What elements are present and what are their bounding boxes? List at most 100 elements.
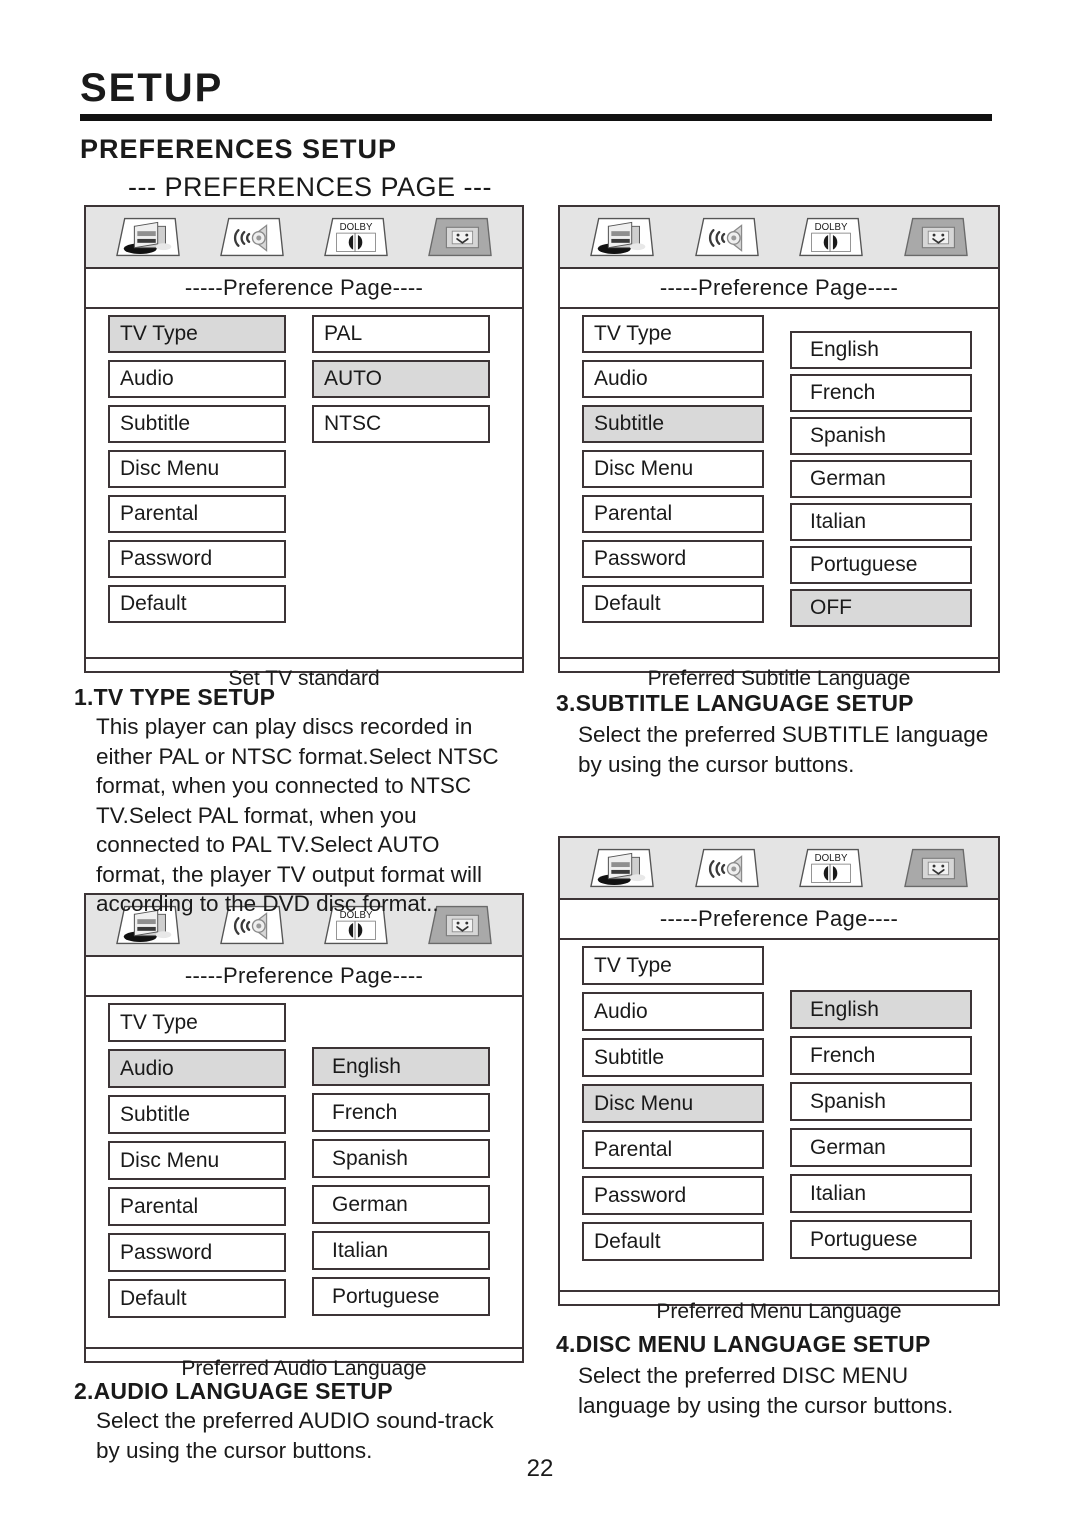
svg-text:DOLBY: DOLBY [340,222,373,233]
value-column: English French Spanish German Italian Portugu… [764,309,972,657]
osd-icon-bar: DOLBY [86,207,522,269]
value-option-off[interactable]: OFF [790,589,972,627]
osd-title: -----Preference Page---- [86,269,522,309]
menu-column: TV Type Audio Subtitle Disc Menu Parental Pas… [86,309,286,657]
value-option-ntsc[interactable]: NTSC [312,405,490,443]
menu-item-parental[interactable]: Parental [582,495,764,533]
osd-footer-hint: Preferred Menu Language [560,1290,998,1332]
menu-item-disc-menu[interactable]: Disc Menu [582,450,764,488]
menu-item-default[interactable]: Default [108,585,286,623]
svg-text:DOLBY: DOLBY [815,853,848,864]
menu-item-tv-type[interactable]: TV Type [108,1003,286,1042]
osd-title: -----Preference Page---- [560,900,998,940]
menu-column: TV Type Audio Subtitle Disc Menu Parental Pas… [560,309,764,657]
menu-item-parental[interactable]: Parental [108,1187,286,1226]
value-option-spanish[interactable]: Spanish [312,1139,490,1178]
page-title: SETUP [80,66,224,110]
value-option-portuguese[interactable]: Portuguese [312,1277,490,1316]
preferences-page-label: --- PREFERENCES PAGE --- [128,172,493,202]
audio-speaker-icon[interactable] [219,214,285,260]
dolby-digital-icon[interactable]: DOLBY [323,214,389,260]
value-option-italian[interactable]: Italian [790,503,972,541]
value-column: English French Spanish German Italian Portugu… [286,997,490,1347]
audio-speaker-icon[interactable] [694,845,760,891]
osd-body: TV Type Audio Subtitle Disc Menu Parental Pas… [86,997,522,1347]
preference-icon[interactable] [903,214,969,260]
manual-page: SETUP PREFERENCES SETUP --- PREFERENCES … [0,0,1080,1529]
general-setup-icon[interactable] [589,845,655,891]
value-option-french[interactable]: French [790,1036,972,1075]
osd-panel-disc-menu-language: DOLBY -----Preference Page---- TV Type Audi… [558,836,1000,1323]
osd-panel-subtitle-language: DOLBY -----Preference Page---- TV Type Audi… [558,205,1000,690]
menu-column: TV Type Audio Subtitle Disc Menu Parental Pas… [560,940,764,1290]
general-setup-icon[interactable] [589,214,655,260]
menu-item-subtitle[interactable]: Subtitle [108,405,286,443]
value-option-french[interactable]: French [312,1093,490,1132]
value-option-italian[interactable]: Italian [790,1174,972,1213]
menu-item-tv-type[interactable]: TV Type [582,315,764,353]
menu-item-subtitle[interactable]: Subtitle [582,405,764,443]
dolby-digital-icon[interactable]: DOLBY [798,845,864,891]
menu-item-subtitle[interactable]: Subtitle [108,1095,286,1134]
menu-item-tv-type[interactable]: TV Type [582,946,764,985]
audio-speaker-icon[interactable] [694,214,760,260]
osd-panel-tv-type: DOLBY -----Preference Page---- TV Type Audi… [84,205,524,690]
value-column: English French Spanish German Italian Portugu… [764,940,972,1290]
svg-text:DOLBY: DOLBY [815,222,848,233]
menu-item-default[interactable]: Default [582,585,764,623]
menu-item-tv-type[interactable]: TV Type [108,315,286,353]
dolby-digital-icon[interactable]: DOLBY [798,214,864,260]
menu-item-disc-menu[interactable]: Disc Menu [108,1141,286,1180]
section-heading-subtitle-language: 3.SUBTITLE LANGUAGE SETUP [556,690,914,716]
menu-item-password[interactable]: Password [108,540,286,578]
value-option-german[interactable]: German [790,1128,972,1167]
value-option-english[interactable]: English [790,990,972,1029]
osd-icon-bar: DOLBY [560,207,998,269]
general-setup-icon[interactable] [115,214,181,260]
section-heading-audio-language: 2.AUDIO LANGUAGE SETUP [74,1378,393,1404]
value-option-pal[interactable]: PAL [312,315,490,353]
osd-title: -----Preference Page---- [86,957,522,997]
value-option-german[interactable]: German [312,1185,490,1224]
menu-item-subtitle[interactable]: Subtitle [582,1038,764,1077]
menu-item-audio[interactable]: Audio [108,1049,286,1088]
value-option-italian[interactable]: Italian [312,1231,490,1270]
menu-item-password[interactable]: Password [582,1176,764,1215]
osd-body: TV Type Audio Subtitle Disc Menu Parental Pas… [560,940,998,1290]
page-number: 22 [526,1455,554,1482]
menu-item-audio[interactable]: Audio [108,360,286,398]
menu-item-parental[interactable]: Parental [108,495,286,533]
value-option-spanish[interactable]: Spanish [790,1082,972,1121]
value-column: PAL AUTO NTSC [286,309,490,657]
preference-icon[interactable] [903,845,969,891]
title-rule [80,114,992,121]
value-option-spanish[interactable]: Spanish [790,417,972,455]
osd-panel-audio-language: DOLBY -----Preference Page---- TV Type Audi… [84,893,524,1380]
menu-item-default[interactable]: Default [582,1222,764,1261]
value-option-portuguese[interactable]: Portuguese [790,1220,972,1259]
menu-item-parental[interactable]: Parental [582,1130,764,1169]
value-option-german[interactable]: German [790,460,972,498]
osd-title: -----Preference Page---- [560,269,998,309]
section-body-subtitle-language: Select the preferred SUBTITLE language b… [578,722,989,777]
osd-icon-bar: DOLBY [560,838,998,900]
menu-item-audio[interactable]: Audio [582,360,764,398]
menu-column: TV Type Audio Subtitle Disc Menu Parental Pas… [86,997,286,1347]
value-option-english[interactable]: English [790,331,972,369]
value-option-french[interactable]: French [790,374,972,412]
value-option-portuguese[interactable]: Portuguese [790,546,972,584]
menu-item-disc-menu[interactable]: Disc Menu [108,450,286,488]
value-option-auto[interactable]: AUTO [312,360,490,398]
section-body-disc-menu-language: Select the preferred DISC MENU language … [578,1363,954,1418]
menu-item-disc-menu[interactable]: Disc Menu [582,1084,764,1123]
osd-body: TV Type Audio Subtitle Disc Menu Parental Pas… [560,309,998,657]
value-option-english[interactable]: English [312,1047,490,1086]
section-heading-tv-type: 1.TV TYPE SETUP [74,684,276,710]
menu-item-password[interactable]: Password [582,540,764,578]
menu-item-password[interactable]: Password [108,1233,286,1272]
section-heading-disc-menu-language: 4.DISC MENU LANGUAGE SETUP [556,1331,931,1357]
menu-item-default[interactable]: Default [108,1279,286,1318]
menu-item-audio[interactable]: Audio [582,992,764,1031]
section-body-tv-type: This player can play discs recorded in e… [96,714,499,916]
preference-icon[interactable] [427,214,493,260]
